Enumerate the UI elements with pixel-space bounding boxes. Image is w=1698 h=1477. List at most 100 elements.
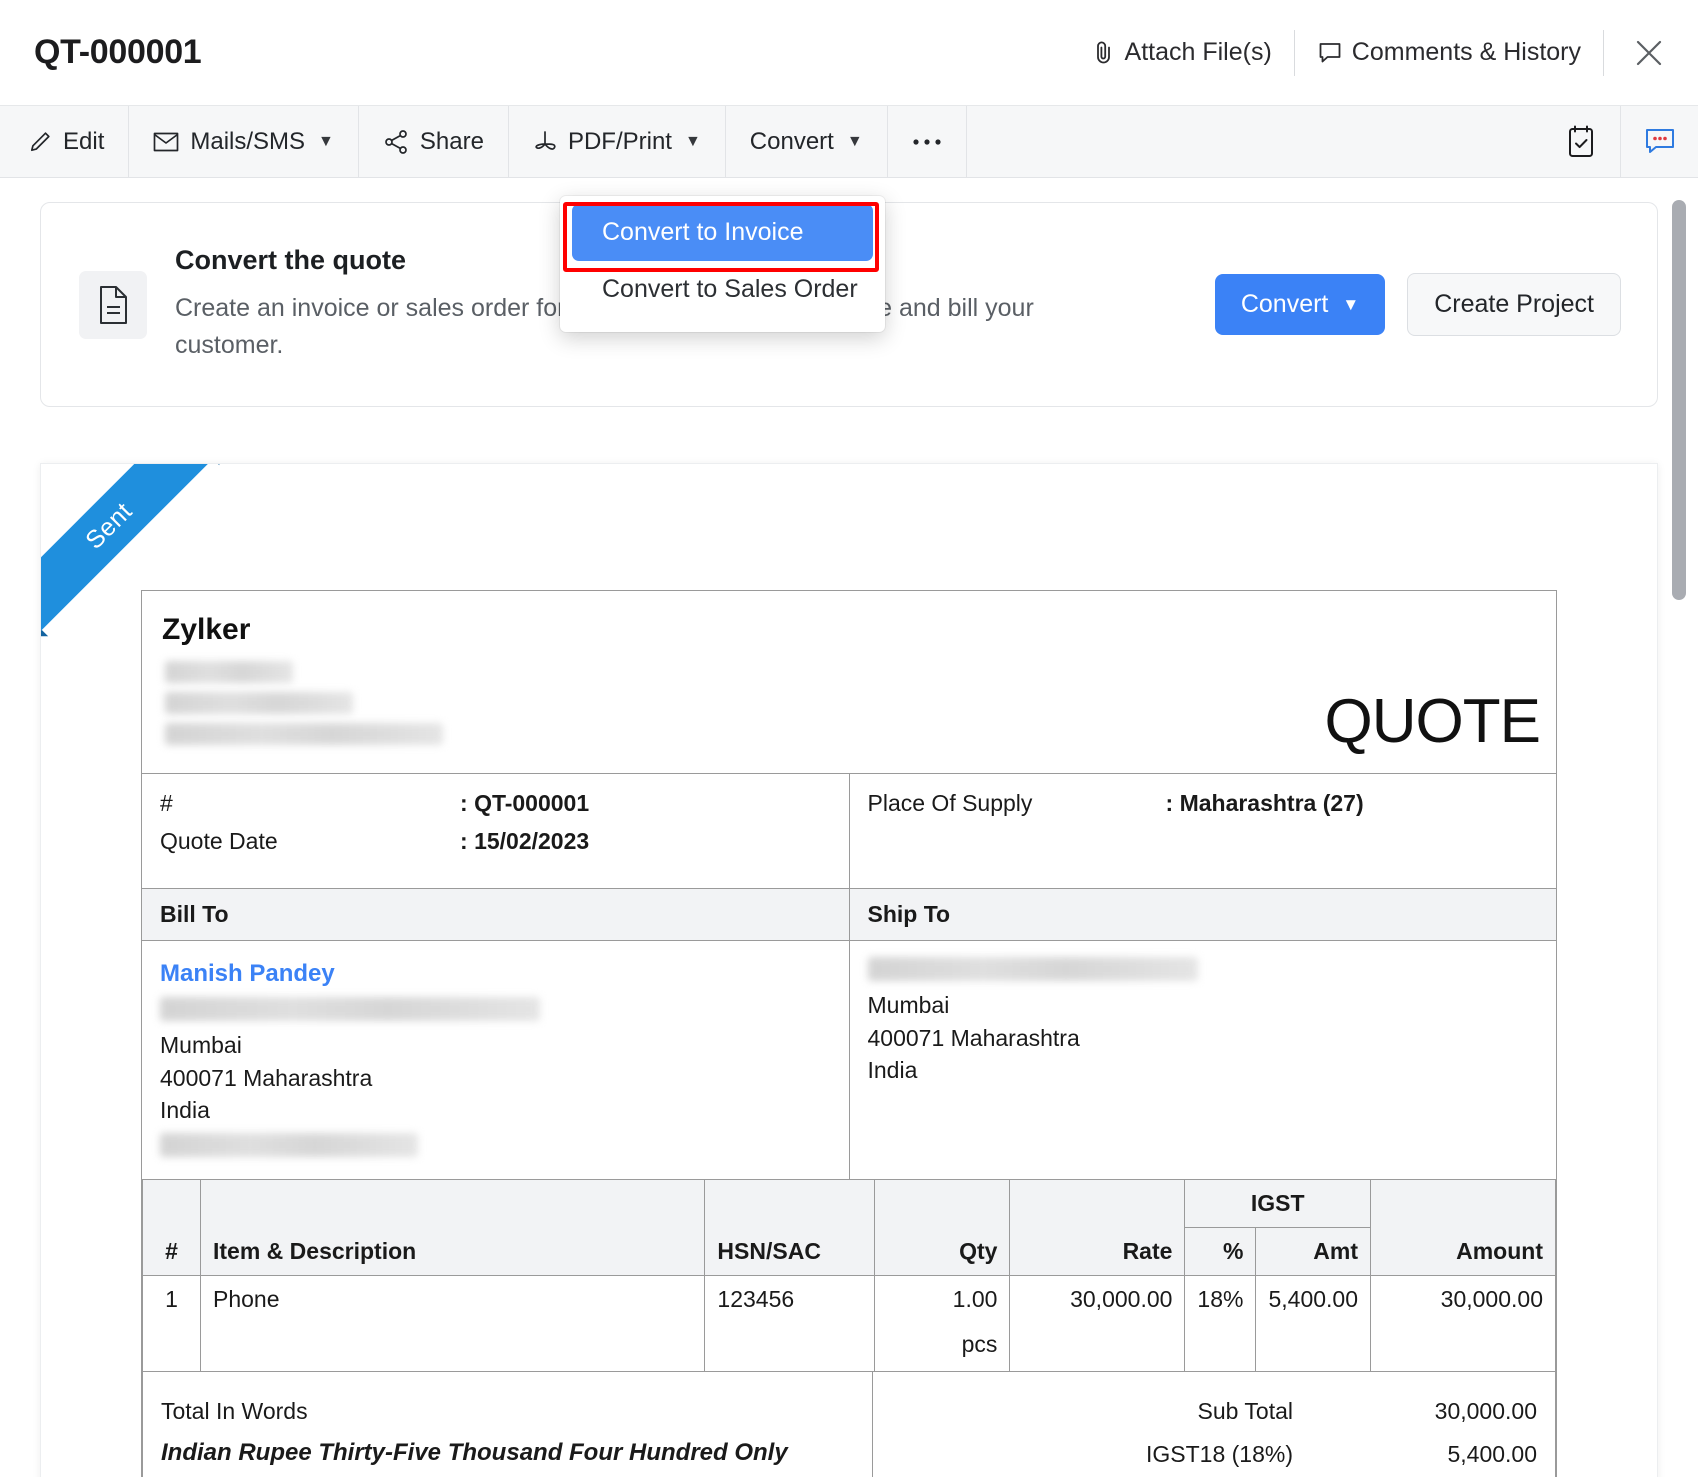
col-item: Item & Description: [201, 1180, 705, 1276]
line-items-body: 1 Phone 123456 1.00 pcs 30,000.00 18% 5,…: [143, 1276, 1556, 1372]
bill-to-region: 400071 Maharashtra: [160, 1062, 831, 1095]
totals-amounts: Sub Total 30,000.00 IGST18 (18%) 5,400.0…: [873, 1372, 1555, 1477]
more-actions-button[interactable]: [888, 106, 967, 177]
pencil-icon: [28, 130, 52, 154]
comments-history-button[interactable]: Comments & History: [1295, 38, 1603, 67]
meta-row: # : QT-000001: [160, 790, 831, 817]
cell-rate: 30,000.00: [1010, 1276, 1185, 1372]
menu-item-convert-to-invoice[interactable]: Convert to Invoice: [572, 204, 873, 261]
status-ribbon-label: Sent: [80, 497, 138, 555]
total-row: Sub Total 30,000.00: [891, 1390, 1537, 1433]
paperclip-icon: [1092, 39, 1116, 67]
redacted-company-line-3: [165, 723, 443, 745]
meta-label: Place Of Supply: [868, 790, 1166, 817]
tax-group-row: # Item & Description HSN/SAC Qty Rate IG…: [143, 1180, 1556, 1228]
pdf-icon: [533, 129, 557, 155]
toolbar-spacer: [967, 106, 1542, 177]
bill-to-header: Bill To: [142, 889, 849, 940]
quote-meta-right: Place Of Supply : Maharashtra (27): [849, 774, 1557, 888]
clipboard-check-icon: [1566, 125, 1596, 159]
meta-value: : Maharashtra (27): [1166, 790, 1364, 817]
page-title: QT-000001: [34, 33, 201, 72]
col-rate: Rate: [1010, 1180, 1185, 1276]
totals-section: Total In Words Indian Rupee Thirty-Five …: [142, 1372, 1556, 1477]
scrollbar-track[interactable]: [1678, 178, 1692, 1477]
redacted-bill-street: [160, 997, 540, 1021]
banner-actions: Convert ▼ Create Project: [1215, 273, 1621, 336]
cell-hsn: 123456: [705, 1276, 875, 1372]
ellipsis-icon: [912, 137, 942, 147]
address-header-row: Bill To Ship To: [142, 888, 1556, 940]
cell-qty: 1.00 pcs: [875, 1276, 1010, 1372]
meta-label: Quote Date: [160, 828, 460, 855]
redacted-company-line-1: [165, 661, 293, 683]
edit-label: Edit: [63, 128, 104, 156]
header-actions: Attach File(s) Comments & History: [1070, 25, 1676, 81]
chevron-down-icon: ▼: [318, 133, 334, 151]
col-tax-pct: %: [1185, 1228, 1256, 1276]
chevron-down-icon: ▼: [1342, 295, 1359, 315]
total-in-words-block: Total In Words Indian Rupee Thirty-Five …: [143, 1372, 873, 1477]
redacted-ship-street: [868, 957, 1198, 981]
document-type-label: QUOTE: [1325, 686, 1540, 757]
attach-files-button[interactable]: Attach File(s): [1070, 38, 1294, 67]
total-label: Sub Total: [1198, 1398, 1293, 1425]
menu-item-convert-to-sales-order[interactable]: Convert to Sales Order: [572, 261, 873, 318]
share-nodes-icon: [383, 129, 409, 155]
table-row: 1 Phone 123456 1.00 pcs 30,000.00 18% 5,…: [143, 1276, 1556, 1372]
total-value: 30,000.00: [1347, 1398, 1537, 1425]
quote-document: Zylker QUOTE # : QT-000001 Quote Date: [141, 590, 1557, 1477]
pdf-print-label: PDF/Print: [568, 128, 672, 156]
convert-label: Convert: [750, 128, 834, 156]
chevron-down-icon: ▼: [847, 133, 863, 151]
quote-meta-left: # : QT-000001 Quote Date : 15/02/2023: [142, 774, 849, 888]
quote-detail-page: QT-000001 Attach File(s) Comments & Hist…: [0, 0, 1698, 1477]
col-tax-group: IGST: [1185, 1180, 1371, 1228]
col-index: #: [143, 1180, 201, 1276]
quote-preview-card: Sent Zylker QUOTE # : QT-000001: [40, 463, 1658, 1477]
col-amount: Amount: [1371, 1180, 1556, 1276]
bill-to-name[interactable]: Manish Pandey: [160, 957, 831, 991]
total-value: 5,400.00: [1347, 1441, 1537, 1468]
quote-doc-header: Zylker QUOTE: [142, 591, 1556, 773]
convert-button[interactable]: Convert ▼: [1215, 274, 1385, 335]
convert-dropdown-menu: Convert to Invoice Convert to Sales Orde…: [560, 196, 885, 332]
total-row: IGST18 (18%) 5,400.00: [891, 1433, 1537, 1476]
meta-row: Quote Date : 15/02/2023: [160, 828, 831, 855]
meta-value: : QT-000001: [460, 790, 589, 817]
cell-index: 1: [143, 1276, 201, 1372]
bill-to-address: Manish Pandey Mumbai 400071 Maharashtra …: [142, 941, 849, 1179]
cell-amount: 30,000.00: [1371, 1276, 1556, 1372]
chat-button[interactable]: [1620, 106, 1698, 177]
comment-bubble-icon: [1317, 40, 1343, 66]
ship-to-region: 400071 Maharashtra: [868, 1022, 1539, 1055]
mails-sms-button[interactable]: Mails/SMS ▼: [129, 106, 359, 177]
create-project-button[interactable]: Create Project: [1407, 273, 1621, 336]
convert-button-label: Convert: [1241, 290, 1329, 319]
ship-to-city: Mumbai: [868, 989, 1539, 1022]
close-button[interactable]: [1604, 36, 1676, 70]
meta-value: : 15/02/2023: [460, 828, 589, 855]
scrollbar-thumb[interactable]: [1672, 200, 1686, 600]
tasks-button[interactable]: [1542, 106, 1620, 177]
close-icon: [1632, 36, 1666, 70]
line-items-head: # Item & Description HSN/SAC Qty Rate IG…: [143, 1180, 1556, 1276]
cell-qty-unit: pcs: [887, 1331, 997, 1358]
total-in-words-label: Total In Words: [161, 1398, 854, 1425]
chat-dots-icon: [1644, 127, 1676, 157]
redacted-company-line-2: [165, 692, 353, 714]
share-label: Share: [420, 128, 484, 156]
convert-menu-button[interactable]: Convert ▼: [726, 106, 888, 177]
quote-meta-section: # : QT-000001 Quote Date : 15/02/2023 Pl…: [142, 773, 1556, 888]
ship-to-header: Ship To: [849, 889, 1557, 940]
address-body-row: Manish Pandey Mumbai 400071 Maharashtra …: [142, 940, 1556, 1179]
pdf-print-button[interactable]: PDF/Print ▼: [509, 106, 726, 177]
share-button[interactable]: Share: [359, 106, 509, 177]
redacted-bill-extra: [160, 1133, 418, 1157]
action-toolbar: Edit Mails/SMS ▼ Share: [0, 106, 1698, 178]
company-name: Zylker: [162, 613, 1536, 647]
bill-to-city: Mumbai: [160, 1029, 831, 1062]
edit-button[interactable]: Edit: [0, 106, 129, 177]
col-qty: Qty: [875, 1180, 1010, 1276]
ship-to-country: India: [868, 1054, 1539, 1087]
